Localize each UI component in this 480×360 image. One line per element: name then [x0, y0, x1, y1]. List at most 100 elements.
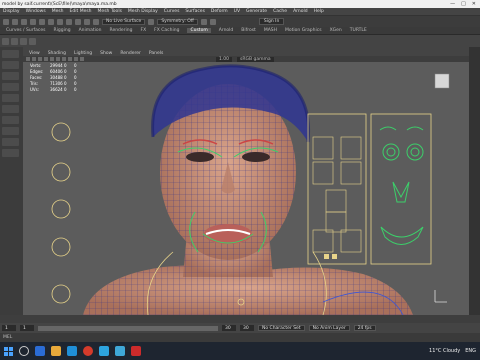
tab-mash[interactable]: MASH: [264, 28, 277, 33]
shelf-tool-icon[interactable]: [11, 37, 18, 45]
start-frame-field[interactable]: 1: [2, 325, 16, 331]
menu-item-cache[interactable]: Cache: [273, 9, 287, 14]
tab-arnold[interactable]: Arnold: [219, 28, 234, 33]
panel-menu-view[interactable]: View: [29, 51, 40, 56]
character-set-dropdown[interactable]: No Character Set: [258, 325, 305, 331]
range-slider[interactable]: [38, 325, 218, 331]
app-icon[interactable]: [131, 346, 141, 356]
menu-item-windows[interactable]: Windows: [26, 9, 46, 14]
chrome-icon[interactable]: [83, 346, 93, 356]
snap-grid-icon[interactable]: [75, 18, 81, 25]
shelf-tool-icon[interactable]: [20, 37, 27, 45]
tab-bifrost[interactable]: Bifrost: [241, 28, 256, 33]
shelf-tool-icon[interactable]: [2, 37, 9, 45]
redo-icon[interactable]: [39, 18, 45, 25]
paint-select-icon[interactable]: [2, 72, 19, 80]
edge-icon[interactable]: [67, 346, 77, 356]
lasso-tool-icon[interactable]: [2, 61, 19, 69]
scale-tool-icon[interactable]: [2, 105, 19, 113]
maximize-icon[interactable]: □: [461, 1, 466, 7]
menu-item-arnold[interactable]: Arnold: [293, 9, 308, 14]
menu-item-uv[interactable]: UV: [234, 9, 240, 14]
layout-two-icon[interactable]: [2, 138, 19, 146]
menu-item-mesh[interactable]: Mesh: [52, 9, 64, 14]
layout-single-icon[interactable]: [2, 116, 19, 124]
snap-curve-icon[interactable]: [84, 18, 90, 25]
smooth-shade-icon[interactable]: [56, 57, 60, 61]
live-surface-dropdown[interactable]: No Live Surface: [102, 18, 146, 25]
fps-dropdown[interactable]: 24 fps: [353, 325, 376, 331]
colorspace-dropdown[interactable]: sRGB gamma: [237, 56, 274, 62]
tab-rigging[interactable]: Rigging: [54, 28, 71, 33]
language-indicator[interactable]: ENG: [465, 348, 476, 354]
windows-start-icon[interactable]: [4, 346, 13, 356]
anim-layer-dropdown[interactable]: No Anim Layer: [308, 325, 350, 331]
menu-item-display[interactable]: Display: [3, 9, 20, 14]
new-scene-icon[interactable]: [3, 18, 9, 25]
image-plane-icon[interactable]: [38, 57, 42, 61]
menu-item-generate[interactable]: Generate: [246, 9, 267, 14]
menu-item-help[interactable]: Help: [314, 9, 324, 14]
rotate-tool-icon[interactable]: [2, 94, 19, 102]
xray-icon[interactable]: [80, 57, 84, 61]
symmetry-dropdown[interactable]: Symmetry: Off: [157, 18, 198, 25]
outliner-icon[interactable]: [2, 149, 19, 157]
telegram-icon[interactable]: [99, 346, 109, 356]
tab-motion-graphics[interactable]: Motion Graphics: [285, 28, 322, 33]
viewport-3d[interactable]: [23, 62, 469, 315]
menu-item-curves[interactable]: Curves: [164, 9, 180, 14]
command-line[interactable]: MEL: [0, 333, 480, 342]
select-hierarchy-icon[interactable]: [48, 18, 54, 25]
menu-item-edit-mesh[interactable]: Edit Mesh: [70, 9, 92, 14]
time-slider[interactable]: [0, 315, 480, 323]
menu-item-deform[interactable]: Deform: [211, 9, 228, 14]
task-view-icon[interactable]: [35, 346, 45, 356]
shelf-tool-icon[interactable]: [29, 37, 36, 45]
open-scene-icon[interactable]: [12, 18, 18, 25]
grid-icon[interactable]: [44, 57, 48, 61]
layout-four-icon[interactable]: [2, 127, 19, 135]
tab-curves-surfaces[interactable]: Curves / Surfaces: [6, 28, 46, 33]
menu-item-mesh-tools[interactable]: Mesh Tools: [98, 9, 122, 14]
render-icon[interactable]: [148, 18, 155, 25]
select-tool-icon[interactable]: [2, 50, 19, 58]
ipr-render-icon[interactable]: [200, 18, 207, 25]
shadows-icon[interactable]: [74, 57, 78, 61]
menu-item-mesh-display[interactable]: Mesh Display: [128, 9, 158, 14]
select-object-icon[interactable]: [57, 18, 63, 25]
file-explorer-icon[interactable]: [51, 346, 61, 356]
weather-text[interactable]: 11°C Cloudy: [429, 348, 460, 354]
tab-xgen[interactable]: XGen: [330, 28, 342, 33]
panel-menu-renderer[interactable]: Renderer: [120, 51, 141, 56]
search-icon[interactable]: [19, 346, 29, 356]
lights-icon[interactable]: [68, 57, 72, 61]
move-tool-icon[interactable]: [2, 83, 19, 91]
tab-animation[interactable]: Animation: [79, 28, 102, 33]
tab-turtle[interactable]: TURTLE: [350, 28, 367, 33]
panel-menu-panels[interactable]: Panels: [149, 51, 163, 56]
tab-rendering[interactable]: Rendering: [110, 28, 133, 33]
range-end-field[interactable]: 30: [240, 325, 254, 331]
panel-menu-lighting[interactable]: Lighting: [74, 51, 92, 56]
close-icon[interactable]: ✕: [472, 1, 476, 7]
camera-attr-icon[interactable]: [26, 57, 30, 61]
save-scene-icon[interactable]: [21, 18, 27, 25]
gamma-field[interactable]: 1.00: [216, 56, 233, 62]
current-frame-field[interactable]: 1: [20, 325, 34, 331]
tab-fx[interactable]: FX: [141, 28, 147, 33]
menu-item-surfaces[interactable]: Surfaces: [185, 9, 205, 14]
sign-in-dropdown[interactable]: Sign In: [258, 18, 285, 25]
tab-fx-caching[interactable]: FX Caching: [154, 28, 179, 33]
minimize-icon[interactable]: —: [450, 1, 455, 7]
select-component-icon[interactable]: [66, 18, 72, 25]
channel-box-collapsed[interactable]: [469, 47, 480, 317]
panel-menu-show[interactable]: Show: [100, 51, 112, 56]
maya-icon[interactable]: [115, 346, 125, 356]
wireframe-icon[interactable]: [50, 57, 54, 61]
panel-menu-shading[interactable]: Shading: [48, 51, 66, 56]
textured-icon[interactable]: [62, 57, 66, 61]
bookmark-icon[interactable]: [32, 57, 36, 61]
undo-icon[interactable]: [30, 18, 36, 25]
snap-point-icon[interactable]: [93, 18, 99, 25]
end-frame-field[interactable]: 30: [222, 325, 236, 331]
